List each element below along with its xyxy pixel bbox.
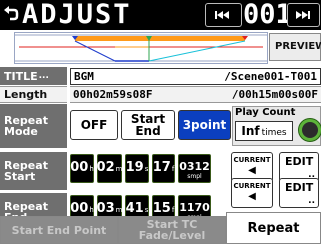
samples-unit: smpl bbox=[187, 173, 202, 180]
mode-3point-button[interactable]: 3point bbox=[178, 110, 231, 140]
start-seconds-field[interactable]: 19 s bbox=[125, 154, 149, 183]
play-count-field[interactable]: Inf times bbox=[235, 121, 293, 141]
repeat-mode-label-line2: Mode bbox=[4, 125, 38, 138]
start-hours: 00 bbox=[70, 160, 89, 175]
current-label: CURRENT bbox=[233, 182, 271, 190]
left-arrow-icon: ◀ bbox=[248, 191, 256, 202]
end-frames: 15 bbox=[152, 201, 171, 216]
ellipsis-icon: .. bbox=[308, 196, 315, 206]
scene-take-name: /Scene001-T001 bbox=[224, 70, 317, 83]
ellipsis-icon: ... bbox=[38, 70, 49, 81]
end-minutes: 03 bbox=[96, 201, 115, 216]
start-samples-field[interactable]: 0312 smpl bbox=[178, 154, 211, 183]
play-count-unit: times bbox=[261, 128, 287, 138]
play-count-label: Play Count bbox=[235, 107, 296, 118]
length-label: Length bbox=[0, 86, 67, 103]
end-edit-button[interactable]: EDIT .. bbox=[279, 178, 319, 208]
seconds-unit: s bbox=[144, 165, 149, 173]
length-value: 00h02m59s08F bbox=[73, 88, 153, 101]
skip-back-icon bbox=[215, 11, 229, 19]
start-samples: 0312 bbox=[179, 160, 210, 173]
edit-label: EDIT bbox=[285, 155, 314, 168]
frames-unit: f bbox=[171, 165, 175, 173]
frames-unit: f bbox=[171, 206, 175, 214]
start-seconds: 19 bbox=[125, 160, 144, 175]
skip-forward-icon bbox=[296, 11, 310, 19]
repeat-mode-label: Repeat Mode bbox=[0, 104, 67, 148]
tab-start-end-point[interactable]: Start End Point bbox=[0, 216, 118, 244]
title-label: TITLE bbox=[4, 69, 38, 83]
skip-back-button[interactable] bbox=[205, 3, 242, 27]
total-length-value: /00h15m00s00F bbox=[231, 88, 318, 101]
item-counter: 001 bbox=[243, 0, 292, 30]
skip-forward-button[interactable] bbox=[287, 3, 320, 27]
tab-fade-level-label: Fade/Level bbox=[138, 229, 206, 242]
start-frames-field[interactable]: 17 f bbox=[152, 154, 175, 183]
start-hours-field[interactable]: 00 h bbox=[70, 154, 94, 183]
repeat-start-label: Repeat Start bbox=[0, 152, 67, 190]
current-label: CURRENT bbox=[233, 156, 271, 164]
mode-start-end-button[interactable]: Start End bbox=[121, 110, 175, 140]
repeat-start-label-line2: Start bbox=[4, 170, 36, 183]
length-field: 00h02m59s08F /00h15m00s00F bbox=[70, 86, 321, 103]
hours-unit: h bbox=[89, 165, 94, 173]
left-arrow-icon: ◀ bbox=[248, 165, 256, 176]
preview-button[interactable]: PREVIEW bbox=[269, 33, 321, 61]
waveform-overview[interactable] bbox=[14, 32, 268, 64]
end-hours: 00 bbox=[70, 201, 89, 216]
title-value: BGM bbox=[74, 70, 94, 83]
hours-unit: h bbox=[89, 206, 94, 214]
start-minutes-field[interactable]: 02 m bbox=[97, 154, 122, 183]
minutes-unit: m bbox=[115, 206, 123, 214]
return-arrow-icon[interactable] bbox=[3, 4, 19, 26]
start-minutes: 02 bbox=[96, 160, 115, 175]
play-count-value: Inf bbox=[241, 124, 260, 138]
title-field: BGM /Scene001-T001 bbox=[70, 68, 321, 85]
knob-center bbox=[302, 122, 318, 138]
tab-repeat[interactable]: Repeat bbox=[226, 212, 321, 244]
end-samples: 1170 bbox=[179, 201, 210, 214]
end-current-button[interactable]: CURRENT ◀ bbox=[231, 178, 273, 208]
edit-label: EDIT bbox=[285, 181, 314, 194]
end-seconds: 41 bbox=[125, 201, 144, 216]
title-edit-button[interactable]: TITLE... bbox=[0, 67, 67, 85]
mode-start-end-label-2: End bbox=[135, 124, 161, 138]
tab-start-tc-fade-level[interactable]: Start TC Fade/Level bbox=[118, 216, 226, 244]
marker-timeline bbox=[15, 34, 267, 62]
seconds-unit: s bbox=[144, 206, 149, 214]
screen-title: ADJUST bbox=[22, 0, 132, 30]
start-frames: 17 bbox=[152, 160, 171, 175]
minutes-unit: m bbox=[115, 165, 123, 173]
mode-off-button[interactable]: OFF bbox=[70, 110, 118, 140]
